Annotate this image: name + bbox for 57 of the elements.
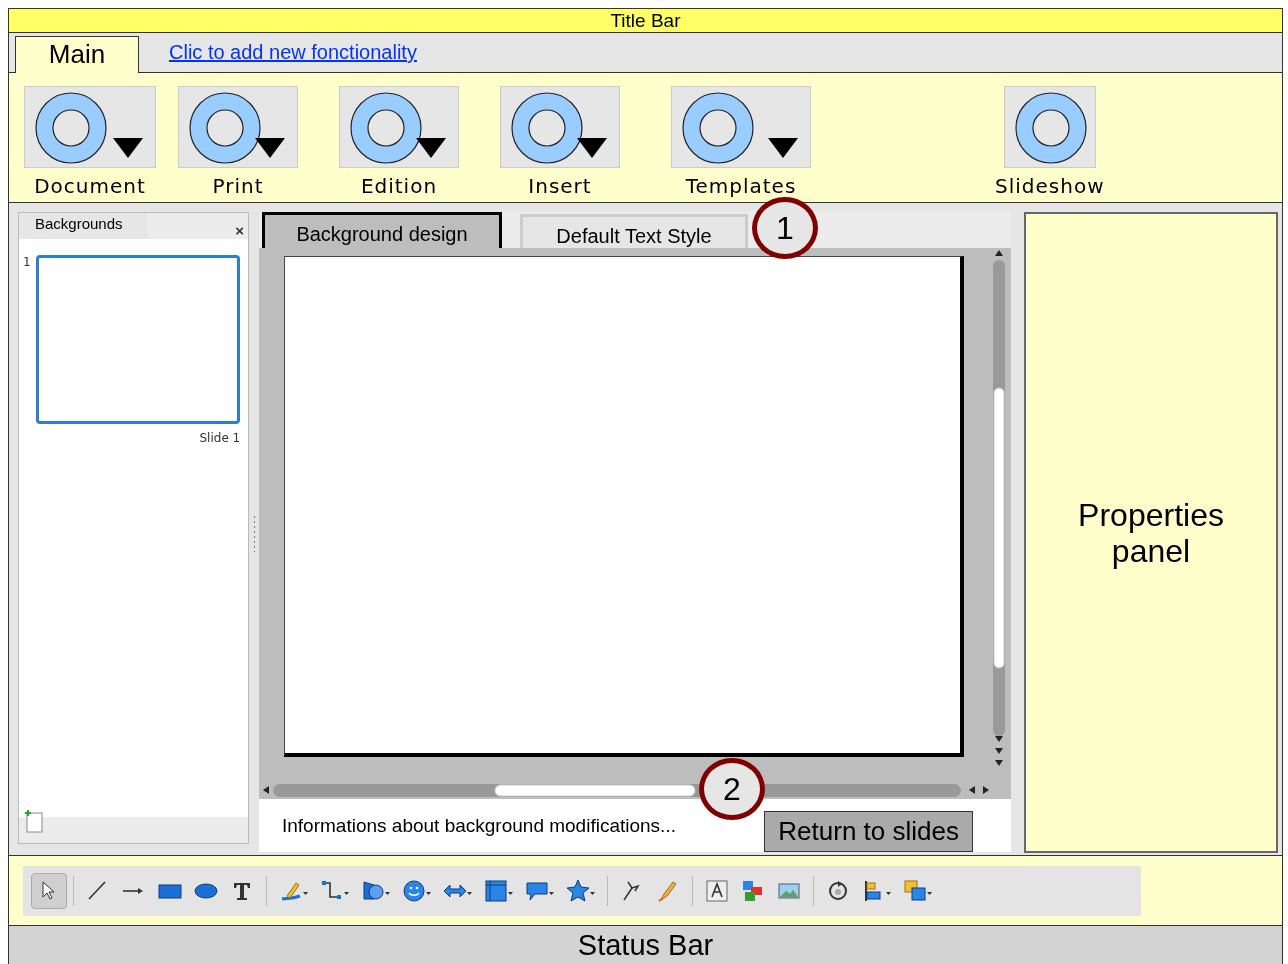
dropdown-arrow-icon[interactable] <box>385 892 390 897</box>
gallery-icon <box>741 879 765 904</box>
dropdown-triangle-icon <box>416 138 446 160</box>
ring-icon <box>681 91 755 165</box>
ribbon-button-label: Edition <box>360 174 438 198</box>
dropdown-arrow-icon[interactable] <box>303 892 308 897</box>
dropdown-arrow-icon[interactable] <box>590 892 595 897</box>
slide-thumbnail[interactable] <box>36 255 241 424</box>
ribbon-button[interactable] <box>339 86 459 168</box>
properties-panel-title: Properties panel <box>1077 496 1225 569</box>
ribbon-button[interactable] <box>671 86 811 168</box>
panel-title: Backgrounds <box>19 213 147 239</box>
smiley-icon <box>402 879 426 904</box>
ribbon-button[interactable] <box>24 86 156 168</box>
arrange-icon <box>903 879 927 904</box>
editor-tab[interactable]: Background design <box>262 212 502 248</box>
ring-icon <box>510 91 584 165</box>
ribbon-button[interactable] <box>178 86 298 168</box>
slide-caption: Slide 1 <box>199 431 241 445</box>
close-button[interactable]: × <box>235 222 244 239</box>
ribbon-button-label: Insert <box>528 174 592 198</box>
status-bar-text: Status Bar <box>577 929 714 961</box>
ribbon-button-label: Slideshow <box>995 174 1105 198</box>
splitter-handle-icon[interactable] <box>252 513 256 554</box>
dropdown-arrow-icon[interactable] <box>344 892 349 897</box>
add-functionality-link[interactable]: Clic to add new fonctionality <box>169 41 417 64</box>
dropdown-triangle-icon <box>768 138 798 160</box>
tool-button[interactable] <box>31 873 67 910</box>
new-slide-icon[interactable] <box>23 809 43 833</box>
dropdown-triangle-icon <box>255 138 285 160</box>
ribbon-button[interactable] <box>500 86 620 168</box>
ribbon-button[interactable] <box>1003 86 1096 168</box>
dropdown-triangle-icon <box>577 138 607 160</box>
return-button[interactable]: Return to slides <box>764 811 973 852</box>
ring-icon <box>1013 91 1088 165</box>
dropdown-arrow-icon[interactable] <box>508 892 513 897</box>
ribbon-tab[interactable]: Main <box>15 36 139 73</box>
dropdown-arrow-icon[interactable] <box>927 892 932 897</box>
dropdown-triangle-icon <box>113 138 143 160</box>
star-icon <box>566 879 590 904</box>
ring-icon <box>349 91 423 165</box>
dropdown-arrow-icon[interactable] <box>467 892 472 897</box>
info-text: Informations about background modifications... <box>282 814 676 837</box>
ribbon-button-label: Templates <box>685 174 797 198</box>
ribbon-button-label: Print <box>212 174 264 198</box>
ribbon-button-label: Document <box>34 174 146 198</box>
dropdown-arrow-icon[interactable] <box>549 892 554 897</box>
ring-icon <box>34 91 108 165</box>
slide-number: 1 <box>23 255 31 271</box>
vertical-scrollbar[interactable] <box>991 248 1007 768</box>
grid-icon <box>484 879 508 904</box>
ring-icon <box>188 91 262 165</box>
editor-tab[interactable]: Default Text Style <box>520 214 748 248</box>
letter-a-icon <box>705 879 729 904</box>
dropdown-arrow-icon[interactable] <box>426 892 431 897</box>
dropdown-arrow-icon[interactable] <box>886 892 891 897</box>
window-title: Title Bar <box>610 10 681 31</box>
